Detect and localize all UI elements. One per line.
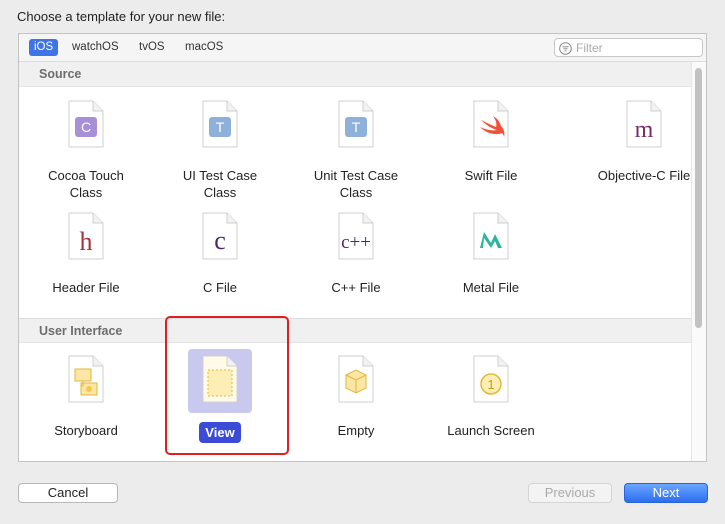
template-label: Storyboard bbox=[54, 423, 118, 438]
template-label-line1: Unit Test Case bbox=[313, 168, 399, 183]
previous-button[interactable]: Previous bbox=[528, 483, 612, 503]
tab-tvos[interactable]: tvOS bbox=[134, 39, 170, 56]
template-label-line2: Class bbox=[69, 185, 103, 200]
launch-screen-icon: 1 bbox=[473, 355, 509, 403]
ui-test-case-class-icon: T bbox=[202, 100, 238, 148]
swift-file-icon bbox=[473, 100, 509, 148]
template-metal-file[interactable]: Metal File bbox=[424, 206, 558, 296]
svg-text:m: m bbox=[635, 117, 654, 143]
tab-watchos[interactable]: watchOS bbox=[67, 39, 124, 56]
template-label: Objective-C File bbox=[597, 168, 691, 183]
next-button[interactable]: Next bbox=[624, 483, 708, 503]
section-header-user-interface: User Interface bbox=[19, 318, 691, 343]
c-file-icon: c bbox=[202, 212, 238, 260]
scrollbar-thumb[interactable] bbox=[695, 68, 702, 328]
template-label-line1: Cocoa Touch bbox=[48, 168, 124, 183]
template-swift-file[interactable]: Swift File bbox=[424, 94, 558, 184]
template-header-file[interactable]: h Header File bbox=[19, 206, 153, 296]
empty-icon bbox=[338, 355, 374, 403]
dialog-prompt: Choose a template for your new file: bbox=[17, 9, 226, 24]
template-launch-screen[interactable]: 1 Launch Screen bbox=[424, 349, 558, 439]
svg-text:c: c bbox=[214, 226, 226, 255]
template-label-line2: Class bbox=[203, 185, 237, 200]
template-label: Empty bbox=[337, 423, 375, 438]
template-cocoa-touch-class[interactable]: C Cocoa Touch Class bbox=[19, 94, 153, 201]
header-file-icon: h bbox=[68, 212, 104, 260]
objective-c-file-icon: m bbox=[626, 100, 662, 148]
section-header-source: Source bbox=[19, 62, 691, 87]
template-label: Launch Screen bbox=[447, 423, 535, 438]
template-ui-test-case-class[interactable]: T UI Test Case Class bbox=[153, 94, 287, 201]
template-panel: iOS watchOS tvOS macOS Source bbox=[18, 33, 707, 462]
template-c-file[interactable]: c C File bbox=[153, 206, 287, 296]
filter-input[interactable] bbox=[576, 40, 696, 55]
cancel-button[interactable]: Cancel bbox=[18, 483, 118, 503]
tab-ios[interactable]: iOS bbox=[29, 39, 59, 56]
template-label: C File bbox=[203, 280, 237, 295]
svg-text:T: T bbox=[216, 119, 225, 135]
svg-text:C: C bbox=[81, 119, 91, 135]
selection-highlight-outline bbox=[165, 316, 289, 455]
metal-file-icon bbox=[473, 212, 509, 260]
template-label: Swift File bbox=[464, 168, 518, 183]
template-label-line1: UI Test Case bbox=[182, 168, 258, 183]
template-storyboard[interactable]: Storyboard bbox=[19, 349, 153, 439]
storyboard-icon bbox=[68, 355, 104, 403]
template-label: C++ File bbox=[331, 280, 381, 295]
filter-icon bbox=[559, 42, 572, 55]
template-objective-c-file[interactable]: m Objective-C File bbox=[577, 94, 706, 184]
template-list-scrollbar[interactable] bbox=[691, 62, 706, 461]
template-label-line2: Class bbox=[339, 185, 373, 200]
platform-tab-bar: iOS watchOS tvOS macOS bbox=[19, 34, 706, 62]
filter-field[interactable] bbox=[554, 38, 703, 57]
unit-test-case-class-icon: T bbox=[338, 100, 374, 148]
template-unit-test-case-class[interactable]: T Unit Test Case Class bbox=[289, 94, 423, 201]
template-empty[interactable]: Empty bbox=[289, 349, 423, 439]
tab-macos[interactable]: macOS bbox=[180, 39, 228, 56]
template-label: Header File bbox=[52, 280, 120, 295]
cocoa-touch-class-icon: C bbox=[68, 100, 104, 148]
svg-text:c++: c++ bbox=[341, 232, 371, 253]
svg-text:h: h bbox=[80, 227, 93, 256]
svg-text:1: 1 bbox=[487, 377, 494, 392]
svg-text:T: T bbox=[352, 119, 361, 135]
cpp-file-icon: c++ bbox=[338, 212, 374, 260]
template-label: Metal File bbox=[462, 280, 520, 295]
template-cpp-file[interactable]: c++ C++ File bbox=[289, 206, 423, 296]
